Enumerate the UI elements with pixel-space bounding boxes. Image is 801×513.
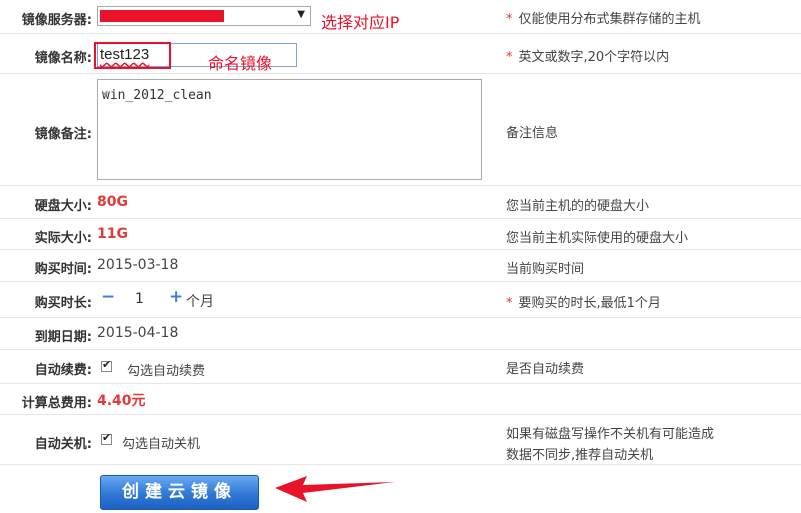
auto-shutdown-checkbox[interactable] bbox=[101, 431, 112, 445]
auto-shutdown-label: 自动关机: bbox=[34, 437, 92, 452]
name-highlight-box bbox=[94, 42, 171, 69]
purchase-time-label: 购买时间: bbox=[34, 262, 92, 277]
auto-shutdown-checkbox-label[interactable]: 勾选自动关机 bbox=[122, 433, 200, 452]
auto-shutdown-row: 自动关机: 勾选自动关机 如果有磁盘写操作不关机有可能造成 数据不同步,推荐自动… bbox=[0, 415, 801, 465]
purchase-time-value: 2015-03-18 bbox=[97, 257, 179, 273]
disk-size-value: 80G bbox=[97, 194, 128, 210]
server-row: 镜像服务器: ▼ 选择对应IP * 仅能使用分布式集群存储的主机 bbox=[0, 0, 801, 34]
required-star: * bbox=[506, 50, 513, 65]
duration-row: 购买时长: * 要购买的时长,最低1个月 bbox=[0, 282, 801, 318]
actual-size-row: 实际大小: 11G 您当前主机实际使用的硬盘大小 bbox=[0, 219, 801, 250]
disk-size-label: 硬盘大小: bbox=[34, 199, 92, 214]
create-image-button[interactable]: 创建云镜像 bbox=[100, 475, 259, 510]
actual-size-value: 11G bbox=[97, 226, 128, 242]
remark-hint: 备注信息 bbox=[506, 126, 559, 141]
disk-size-hint: 您当前主机的的硬盘大小 bbox=[506, 199, 650, 214]
plus-icon[interactable]: + bbox=[169, 287, 183, 307]
duration-quantity[interactable]: 1 bbox=[135, 291, 144, 307]
auto-renew-checkbox-label[interactable]: 勾选自动续费 bbox=[127, 360, 205, 379]
auto-renew-label: 自动续费: bbox=[34, 363, 92, 378]
duration-hint-text: 要购买的时长,最低1个月 bbox=[518, 296, 661, 311]
duration-label: 购买时长: bbox=[34, 296, 92, 311]
duration-hint: * 要购买的时长,最低1个月 bbox=[506, 292, 661, 311]
auto-shutdown-hint-line1: 如果有磁盘写操作不关机有可能造成 bbox=[506, 427, 715, 442]
minus-icon[interactable]: − bbox=[101, 287, 115, 307]
name-hint-text: 英文或数字,20个字符以内 bbox=[518, 50, 670, 65]
server-hint: * 仅能使用分布式集群存储的主机 bbox=[506, 8, 701, 27]
expiry-value: 2015-04-18 bbox=[97, 325, 179, 341]
name-label: 镜像名称: bbox=[34, 51, 92, 66]
server-hint-text: 仅能使用分布式集群存储的主机 bbox=[518, 12, 701, 27]
auto-renew-checkbox[interactable] bbox=[101, 358, 112, 372]
chevron-down-icon: ▼ bbox=[297, 9, 305, 20]
actual-size-hint: 您当前主机实际使用的硬盘大小 bbox=[506, 231, 689, 246]
server-select[interactable]: ▼ bbox=[97, 6, 311, 26]
total-label: 计算总费用: bbox=[21, 396, 92, 411]
purchase-time-hint: 当前购买时间 bbox=[506, 262, 585, 277]
required-star: * bbox=[506, 12, 513, 27]
expiry-row: 到期日期: 2015-04-18 bbox=[0, 318, 801, 350]
resize-grip-icon[interactable]: ◢ bbox=[102, 88, 479, 178]
total-value: 4.40元 bbox=[97, 393, 146, 409]
auto-shutdown-hint-line2: 数据不同步,推荐自动关机 bbox=[506, 448, 654, 463]
server-annotation: 选择对应IP bbox=[321, 13, 400, 32]
name-hint: * 英文或数字,20个字符以内 bbox=[506, 46, 669, 65]
expiry-label: 到期日期: bbox=[34, 330, 92, 345]
actual-size-label: 实际大小: bbox=[34, 231, 92, 246]
auto-renew-hint: 是否自动续费 bbox=[506, 362, 585, 377]
name-annotation: 命名镜像 bbox=[208, 54, 273, 73]
arrow-left-icon bbox=[275, 476, 395, 502]
duration-unit: 个月 bbox=[186, 294, 214, 310]
purchase-time-row: 购买时间: 2015-03-18 当前购买时间 bbox=[0, 250, 801, 282]
required-star: * bbox=[506, 296, 513, 311]
server-label: 镜像服务器: bbox=[21, 13, 92, 28]
total-row: 计算总费用: 4.40元 bbox=[0, 384, 801, 415]
auto-renew-row: 自动续费: 勾选自动续费 是否自动续费 bbox=[0, 350, 801, 384]
remark-label: 镜像备注: bbox=[34, 127, 92, 142]
redacted-ip bbox=[100, 10, 224, 22]
remark-textarea[interactable]: win_2012_clean ◢ bbox=[97, 79, 482, 180]
disk-size-row: 硬盘大小: 80G 您当前主机的的硬盘大小 bbox=[0, 186, 801, 219]
